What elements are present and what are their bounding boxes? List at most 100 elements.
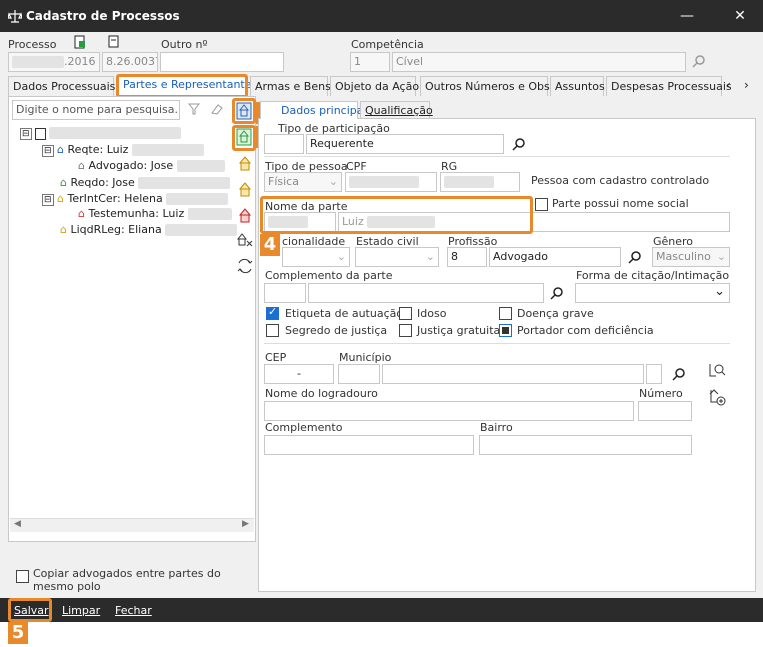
tipo-participacao-code[interactable] [264, 134, 304, 154]
search-icon[interactable] [628, 250, 642, 264]
highlight-tab [116, 74, 248, 98]
logradouro-field[interactable] [264, 401, 634, 421]
add-yellow-rep-icon[interactable] [238, 182, 252, 198]
nome-social-checkbox[interactable] [535, 198, 548, 211]
tipo-participacao-field[interactable]: Requerente [306, 134, 504, 154]
numero-label: Número [639, 387, 683, 400]
tree-search-input[interactable]: Digite o nome para pesquisa... [12, 100, 180, 120]
competencia-num-field[interactable]: 1 [350, 52, 390, 72]
tab-despesas[interactable]: Despesas Processuais [606, 76, 732, 96]
gratuita-checkbox[interactable] [399, 324, 412, 337]
complemento-parte-code[interactable] [264, 283, 306, 303]
genero-select[interactable]: Masculino ⌄ [652, 247, 730, 267]
logradouro-label: Nome do logradouro [265, 387, 378, 400]
etiqueta-checkbox[interactable] [266, 305, 279, 320]
forma-citacao-select[interactable]: ⌄ [575, 283, 730, 303]
divider [264, 156, 730, 157]
idoso-checkbox[interactable] [399, 307, 412, 320]
complemento-label: Complemento [265, 421, 343, 434]
gratuita-label: Justiça gratuita [417, 324, 501, 337]
competencia-value-field[interactable]: Cível [392, 52, 686, 72]
processo-code-field[interactable]: 8.26.0037 [102, 52, 158, 72]
municipio-field[interactable] [382, 364, 644, 384]
note-icon[interactable] [108, 35, 120, 49]
complemento-field[interactable] [264, 435, 474, 455]
processo-label: Processo [8, 38, 57, 51]
add-yellow-party-icon[interactable] [238, 156, 252, 172]
processo-number-field[interactable]: .2016 [8, 52, 100, 72]
address-lookup-icon[interactable] [708, 362, 726, 378]
segredo-checkbox[interactable] [266, 324, 279, 337]
tree-item-liqdrleg[interactable]: ⌂ LiqdRLeg: Eliana [60, 223, 238, 236]
municipio-code[interactable] [338, 364, 380, 384]
app-scales-icon [8, 10, 22, 23]
tree-item-reqte[interactable]: ⊟ ⌂ Reqte: Luiz [42, 143, 204, 157]
divider [264, 343, 730, 344]
bairro-field[interactable] [479, 435, 692, 455]
doenca-checkbox[interactable] [499, 307, 512, 320]
title-bar: Cadastro de Processos — ✕ [0, 0, 763, 32]
window-title: Cadastro de Processos [26, 9, 180, 23]
nacionalidade-select[interactable]: ⌄ [282, 247, 350, 267]
add-address-icon[interactable] [708, 388, 726, 406]
tree-item-reqdo[interactable]: ⌂ Reqdo: Jose [60, 176, 231, 189]
tab-scroll-right-icon[interactable]: › [744, 78, 749, 92]
doenca-label: Doença grave [517, 307, 594, 320]
rg-field[interactable] [440, 172, 520, 192]
tab-armas[interactable]: Armas e Bens [250, 76, 331, 96]
limpar-button[interactable]: Limpar [62, 604, 100, 617]
footer-bar: Salvar Limpar Fechar [0, 598, 763, 622]
close-button[interactable]: ✕ [730, 6, 750, 26]
green-doc-icon[interactable] [74, 35, 86, 49]
tree-item-advogado[interactable]: ⌂ Advogado: Jose [78, 159, 225, 172]
numero-field[interactable] [638, 401, 692, 421]
tree-item-testemunha[interactable]: ⌂ Testemunha: Luiz [78, 207, 232, 220]
bairro-label: Bairro [480, 421, 513, 434]
idoso-label: Idoso [417, 307, 447, 320]
complemento-parte-label: Complemento da parte [265, 269, 393, 282]
tab-scroll-left-icon[interactable]: ‹ [726, 78, 731, 92]
forma-citacao-label: Forma de citação/Intimação [576, 269, 730, 282]
tree-scrollbar[interactable]: ◀ ▶ [10, 518, 254, 532]
complemento-parte-field[interactable] [308, 283, 544, 303]
tab-dados-processuais[interactable]: Dados Processuais [8, 76, 115, 96]
search-icon[interactable] [512, 137, 526, 151]
tipo-pessoa-select[interactable]: Física ⌄ [264, 172, 342, 192]
search-icon[interactable] [550, 286, 564, 300]
add-red-party-icon[interactable] [238, 208, 252, 224]
subtab-dados-principais[interactable]: Dados principais [260, 101, 372, 119]
remove-party-icon[interactable] [236, 232, 254, 248]
search-icon[interactable] [692, 54, 706, 68]
municipio-label: Município [339, 351, 392, 364]
filter-icon[interactable] [188, 103, 200, 115]
cadastro-controlado-text: Pessoa com cadastro controlado [531, 174, 710, 187]
cpf-field[interactable] [345, 172, 437, 192]
profissao-field[interactable]: Advogado [489, 247, 621, 267]
estado-civil-select[interactable]: ⌄ [355, 247, 439, 267]
search-icon[interactable] [672, 367, 686, 381]
tree-root[interactable]: ⊟ [20, 126, 182, 140]
swap-party-icon[interactable] [236, 258, 254, 274]
fechar-button[interactable]: Fechar [115, 604, 152, 617]
highlight-add-blue [232, 98, 256, 124]
badge-5: 5 [8, 622, 28, 644]
segredo-label: Segredo de justiça [285, 324, 388, 337]
tab-assuntos[interactable]: Assuntos [550, 76, 605, 96]
nome-social-label: Parte possui nome social [552, 197, 689, 210]
tab-objeto[interactable]: Objeto da Ação [330, 76, 419, 96]
cep-field[interactable]: - [264, 364, 334, 384]
eraser-icon[interactable] [210, 103, 224, 115]
municipio-uf[interactable] [646, 364, 662, 384]
outro-label: Outro nº [161, 38, 208, 51]
tab-outros-numeros[interactable]: Outros Números e Obs. [420, 76, 553, 96]
tree-item-terintcer[interactable]: ⊟ ⌂ TerIntCer: Helena [42, 192, 229, 206]
profissao-code[interactable]: 8 [447, 247, 487, 267]
deficiencia-checkbox[interactable] [499, 324, 512, 337]
outro-field[interactable] [160, 52, 284, 72]
highlight-salvar [8, 598, 52, 622]
subtab-qualificacao[interactable]: Qualificação [360, 101, 433, 118]
copy-lawyers-checkbox[interactable] [16, 570, 29, 583]
copy-lawyers-label: Copiar advogados entre partes do mesmo p… [33, 567, 221, 593]
minimize-button[interactable]: — [677, 6, 697, 26]
cep-label: CEP [265, 351, 287, 364]
